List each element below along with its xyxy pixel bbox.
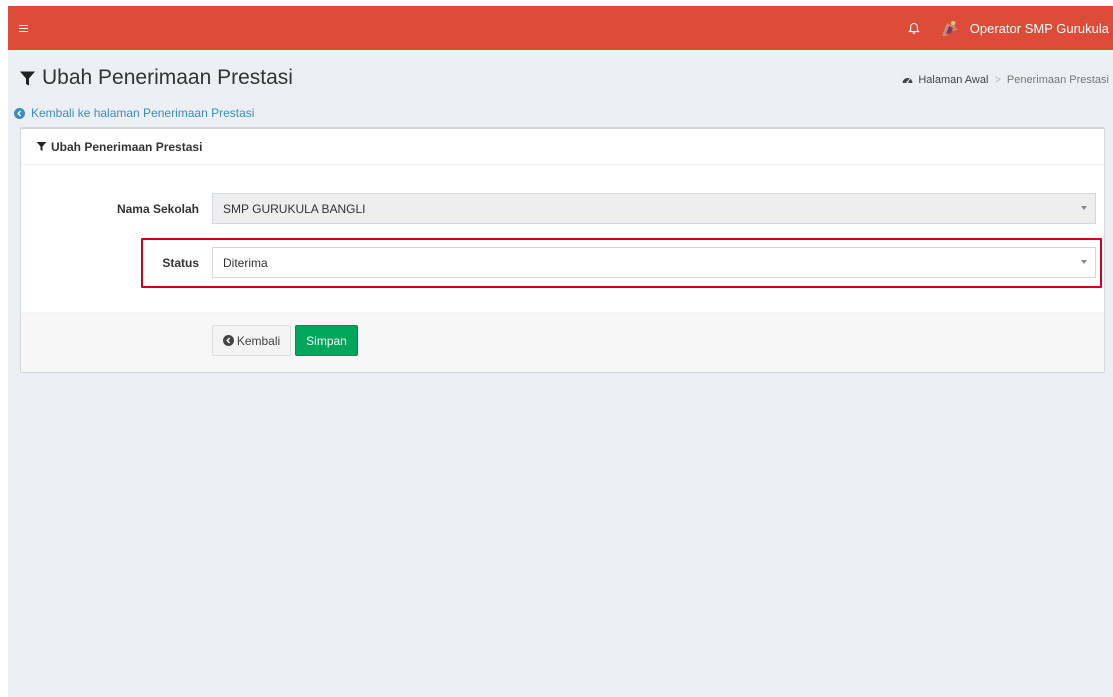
- menu-icon: [18, 24, 28, 32]
- sidebar-toggle[interactable]: [8, 6, 38, 50]
- box-header: Ubah Penerimaan Prestasi: [21, 129, 1104, 165]
- edit-form-box: Ubah Penerimaan Prestasi Nama Sekolah SM…: [20, 127, 1105, 373]
- page-title-text: Ubah Penerimaan Prestasi: [42, 66, 293, 89]
- school-select[interactable]: SMP GURUKULA BANGLI: [212, 193, 1096, 224]
- bell-icon: [908, 22, 920, 34]
- navbar-right: Operator SMP Gurukula: [896, 6, 1113, 50]
- back-link-label: Kembali ke halaman Penerimaan Prestasi: [31, 106, 255, 120]
- back-button[interactable]: Kembali: [212, 325, 291, 356]
- status-select-value: Diterima: [223, 255, 268, 270]
- box-title: Ubah Penerimaan Prestasi: [51, 139, 203, 154]
- content-header: Ubah Penerimaan Prestasi Halaman Awal > …: [8, 50, 1113, 130]
- avatar: [941, 20, 958, 36]
- breadcrumb-separator: >: [994, 74, 1001, 86]
- breadcrumb-home[interactable]: Halaman Awal: [918, 74, 988, 86]
- filter-icon: [36, 141, 47, 152]
- notifications-button[interactable]: [896, 6, 932, 50]
- user-menu[interactable]: Operator SMP Gurukula: [932, 6, 1113, 50]
- status-label: Status: [162, 255, 199, 270]
- chevron-down-icon: [1081, 260, 1087, 264]
- back-to-list-link[interactable]: Kembali ke halaman Penerimaan Prestasi: [14, 106, 254, 120]
- user-name: Operator SMP Gurukula: [969, 20, 1109, 36]
- top-navbar: Operator SMP Gurukula: [8, 6, 1113, 50]
- dashboard-icon: [902, 78, 913, 84]
- filter-icon: [20, 71, 35, 85]
- chevron-circle-left-icon: [222, 335, 234, 346]
- back-button-label: Kembali: [236, 333, 281, 348]
- page-title: Ubah Penerimaan Prestasi: [19, 66, 293, 90]
- save-button-label: Simpan: [306, 333, 347, 348]
- box-body: Nama Sekolah SMP GURUKULA BANGLI Status …: [21, 165, 1104, 310]
- school-label: Nama Sekolah: [116, 201, 199, 216]
- box-footer: Kembali Simpan: [21, 312, 1104, 372]
- app-frame: Operator SMP Gurukula Ubah Penerimaan Pr…: [8, 6, 1113, 697]
- chevron-circle-left-icon: [14, 107, 25, 119]
- school-select-value: SMP GURUKULA BANGLI: [223, 201, 366, 216]
- breadcrumb: Halaman Awal > Penerimaan Prestasi: [902, 74, 1109, 86]
- save-button[interactable]: Simpan: [295, 325, 358, 356]
- chevron-down-icon: [1081, 206, 1087, 210]
- breadcrumb-current: Penerimaan Prestasi: [1006, 74, 1109, 86]
- status-select[interactable]: Diterima: [212, 247, 1096, 278]
